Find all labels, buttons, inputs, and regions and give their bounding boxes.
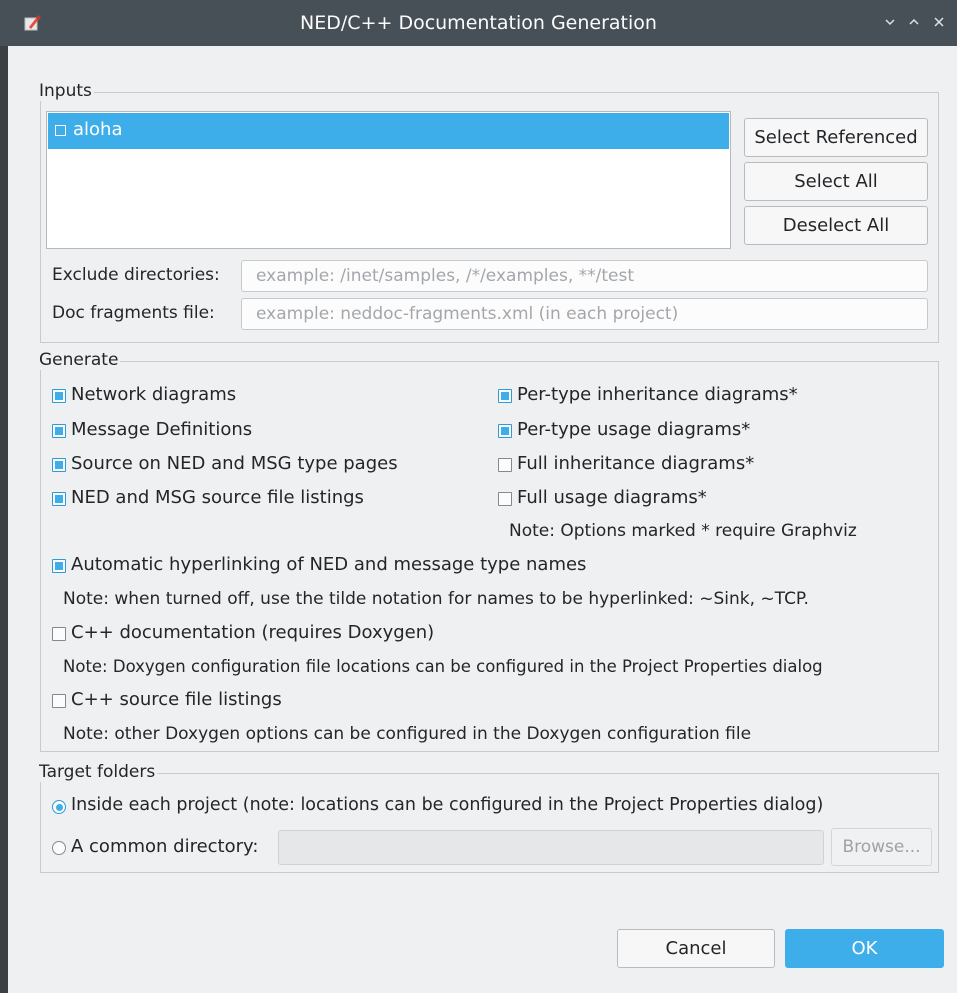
doxygen-options-note: Note: other Doxygen options can be confi… xyxy=(63,724,752,744)
project-label: aloha xyxy=(73,119,123,140)
ok-label: OK xyxy=(851,938,878,959)
auto-hyperlinking-label: Automatic hyperlinking of NED and messag… xyxy=(71,554,587,575)
title-bar: NED/C++ Documentation Generation xyxy=(0,0,957,46)
source-listings-checkbox[interactable] xyxy=(52,492,66,506)
window-title: NED/C++ Documentation Generation xyxy=(300,12,657,34)
select-all-label: Select All xyxy=(794,171,878,192)
inside-project-radio[interactable] xyxy=(52,800,66,814)
window-left-border xyxy=(0,46,8,993)
exclude-directories-label: Exclude directories: xyxy=(52,265,220,285)
browse-label: Browse... xyxy=(842,837,921,857)
full-usage-checkbox[interactable] xyxy=(498,492,512,506)
common-directory-radio[interactable] xyxy=(52,841,66,855)
graphviz-note: Note: Options marked * require Graphviz xyxy=(509,521,857,541)
select-all-button[interactable]: Select All xyxy=(744,162,928,201)
exclude-directories-input[interactable] xyxy=(241,260,928,292)
select-referenced-label: Select Referenced xyxy=(754,127,918,148)
network-diagrams-checkbox[interactable] xyxy=(52,389,66,403)
doc-fragments-input[interactable] xyxy=(241,298,928,330)
inside-project-label: Inside each project (note: locations can… xyxy=(71,795,824,815)
cancel-label: Cancel xyxy=(665,938,727,959)
common-directory-input[interactable] xyxy=(278,830,824,865)
deselect-all-label: Deselect All xyxy=(782,215,890,236)
per-type-inheritance-checkbox[interactable] xyxy=(498,389,512,403)
maximize-icon[interactable] xyxy=(907,15,921,29)
project-list[interactable]: aloha xyxy=(46,111,731,249)
source-on-type-pages-checkbox[interactable] xyxy=(52,458,66,472)
project-checkbox[interactable] xyxy=(55,125,66,136)
doc-fragments-label: Doc fragments file: xyxy=(52,303,215,323)
full-inheritance-checkbox[interactable] xyxy=(498,458,512,472)
select-referenced-button[interactable]: Select Referenced xyxy=(744,118,928,157)
cpp-docs-checkbox[interactable] xyxy=(52,627,66,641)
minimize-icon[interactable] xyxy=(883,15,897,29)
common-directory-label: A common directory: xyxy=(71,836,259,857)
cpp-docs-label: C++ documentation (requires Doxygen) xyxy=(71,622,435,643)
cancel-button[interactable]: Cancel xyxy=(617,929,775,968)
per-type-usage-checkbox[interactable] xyxy=(498,424,512,438)
network-diagrams-label: Network diagrams xyxy=(71,384,237,405)
cpp-source-listings-label: C++ source file listings xyxy=(71,689,282,710)
deselect-all-button[interactable]: Deselect All xyxy=(744,206,928,245)
source-listings-label: NED and MSG source file listings xyxy=(71,487,364,508)
full-inheritance-label: Full inheritance diagrams* xyxy=(517,453,755,474)
per-type-inheritance-label: Per-type inheritance diagrams* xyxy=(517,384,798,405)
full-usage-label: Full usage diagrams* xyxy=(517,487,707,508)
target-folders-group-title: Target folders xyxy=(38,762,158,782)
message-definitions-label: Message Definitions xyxy=(71,419,253,440)
inputs-group-title: Inputs xyxy=(38,81,94,101)
source-on-type-pages-label: Source on NED and MSG type pages xyxy=(71,453,398,474)
auto-hyperlinking-checkbox[interactable] xyxy=(52,559,66,573)
project-list-item[interactable]: aloha xyxy=(48,113,729,149)
ok-button[interactable]: OK xyxy=(785,929,944,968)
per-type-usage-label: Per-type usage diagrams* xyxy=(517,419,751,440)
browse-button[interactable]: Browse... xyxy=(831,828,932,866)
generate-group-title: Generate xyxy=(38,350,121,370)
message-definitions-checkbox[interactable] xyxy=(52,424,66,438)
tilde-note: Note: when turned off, use the tilde not… xyxy=(63,589,809,609)
close-icon[interactable] xyxy=(932,15,946,29)
cpp-source-listings-checkbox[interactable] xyxy=(52,694,66,708)
doxygen-config-note: Note: Doxygen configuration file locatio… xyxy=(63,657,823,676)
